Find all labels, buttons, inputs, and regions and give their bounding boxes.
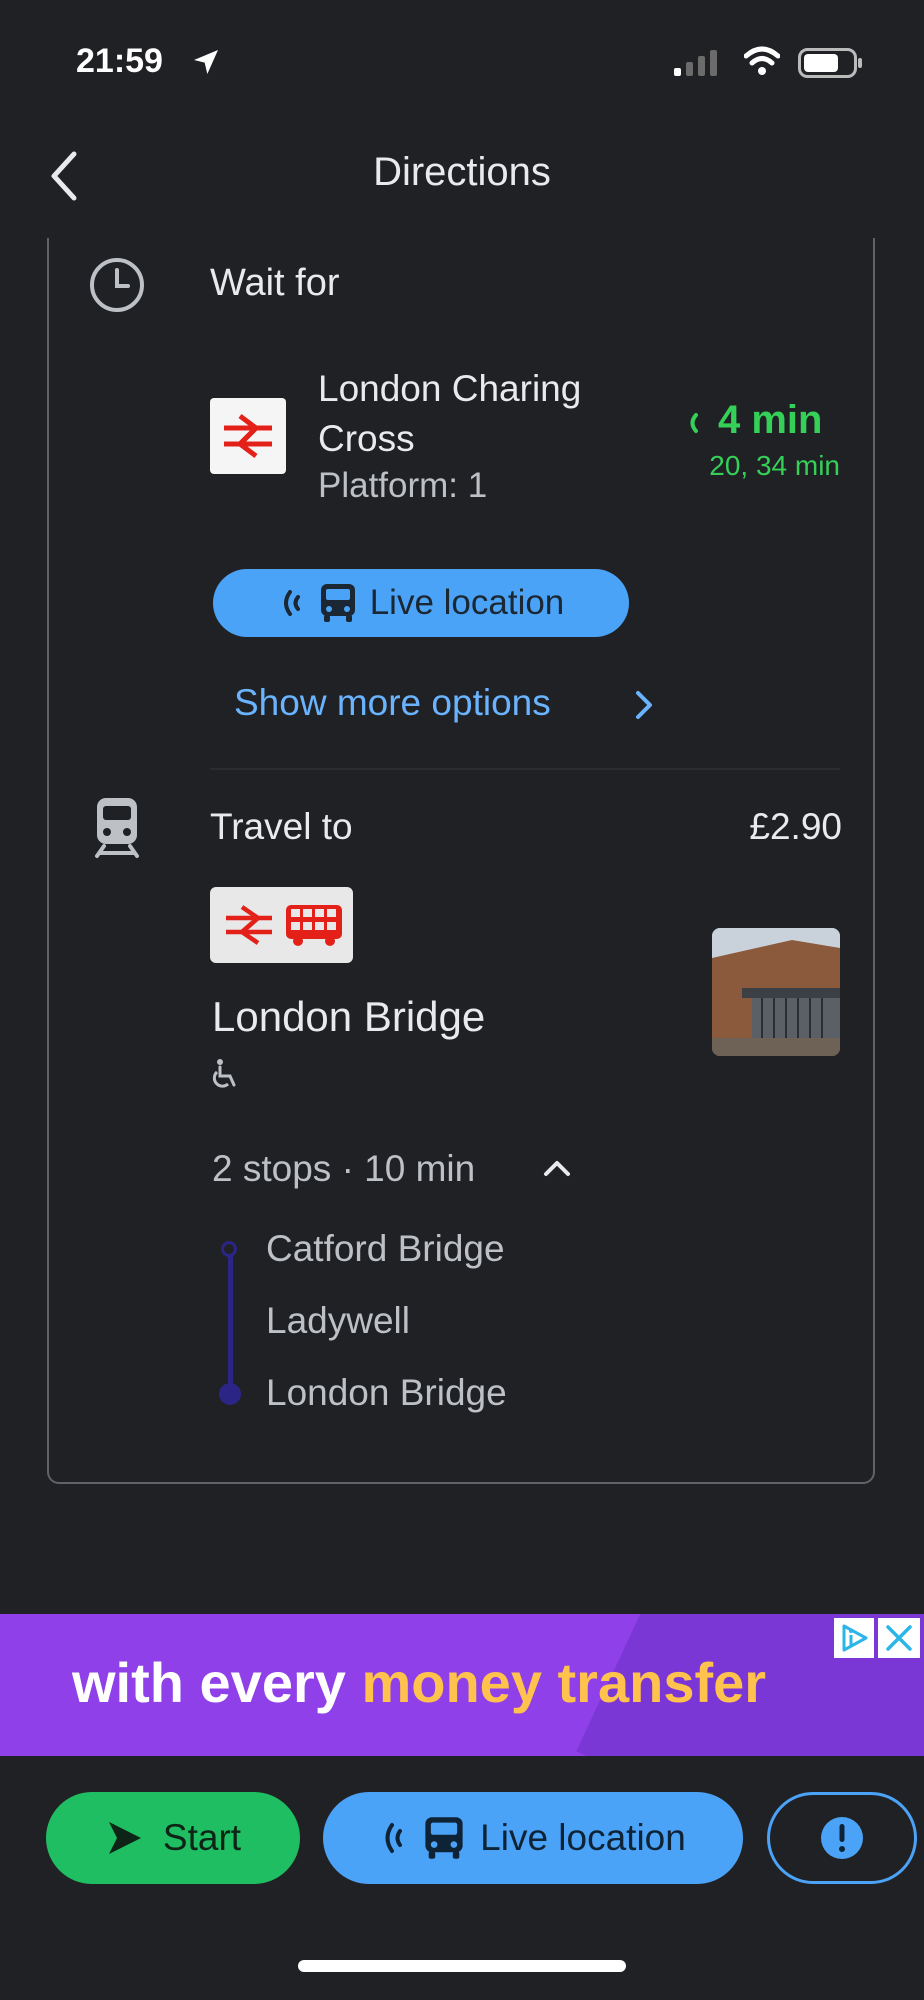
chevron-up-icon[interactable] bbox=[542, 1156, 572, 1180]
chevron-right-icon[interactable] bbox=[632, 688, 656, 722]
route-start-dot bbox=[221, 1241, 237, 1257]
show-more-options-link[interactable]: Show more options bbox=[234, 682, 551, 724]
report-issue-button[interactable] bbox=[767, 1792, 917, 1884]
platform-label: Platform: 1 bbox=[318, 466, 488, 505]
national-rail-badge bbox=[210, 398, 286, 474]
signal-icon bbox=[674, 50, 717, 76]
status-time-display: 21:59 bbox=[76, 42, 163, 80]
live-location-bottom-button[interactable]: Live location bbox=[323, 1792, 743, 1884]
national-rail-icon bbox=[226, 905, 272, 945]
battery-icon bbox=[798, 48, 862, 78]
departure-station: London Charing Cross bbox=[318, 368, 582, 459]
exclamation-icon bbox=[821, 1817, 863, 1859]
ad-text-start: with every bbox=[72, 1651, 362, 1714]
route-line bbox=[228, 1246, 233, 1392]
page-title: Directions bbox=[373, 150, 551, 194]
bus-icon bbox=[425, 1817, 463, 1859]
ad-choices-button[interactable] bbox=[834, 1618, 874, 1658]
home-indicator[interactable] bbox=[298, 1960, 626, 1972]
later-departures: 20, 34 min bbox=[709, 450, 840, 481]
stop-item: London Bridge bbox=[266, 1372, 507, 1413]
route-end-dot bbox=[219, 1383, 241, 1405]
transport-mode-badge bbox=[210, 887, 353, 963]
stop-item: Catford Bridge bbox=[266, 1228, 505, 1269]
wheelchair-icon bbox=[212, 1059, 236, 1088]
fare-price: £2.90 bbox=[749, 806, 842, 847]
live-location-bottom-label: Live location bbox=[480, 1817, 686, 1858]
live-location-button[interactable]: Live location bbox=[213, 569, 629, 637]
stops-summary[interactable]: 2 stops · 10 min bbox=[212, 1148, 475, 1190]
bus-icon bbox=[320, 584, 355, 622]
step-divider bbox=[210, 768, 840, 770]
ad-text-highlight: money transfer bbox=[361, 1651, 767, 1714]
start-label: Start bbox=[162, 1817, 242, 1858]
wifi-icon bbox=[744, 46, 780, 75]
live-signal-icon bbox=[283, 590, 300, 616]
clock-icon bbox=[90, 258, 144, 312]
double-decker-bus-icon bbox=[286, 905, 342, 946]
route-mid-tick bbox=[228, 1320, 232, 1328]
wait-label: Wait for bbox=[210, 262, 340, 304]
start-button[interactable]: Start bbox=[46, 1792, 300, 1884]
header-bar bbox=[0, 0, 924, 238]
ad-choices-icon bbox=[842, 1624, 868, 1652]
ad-close-button[interactable] bbox=[878, 1618, 920, 1658]
live-location-label: Live location bbox=[369, 583, 565, 622]
travel-label: Travel to bbox=[210, 806, 353, 847]
train-icon bbox=[95, 798, 139, 858]
live-signal-icon bbox=[690, 413, 698, 433]
play-arrow-icon bbox=[108, 1822, 141, 1854]
ad-text[interactable]: with every money transfer bbox=[72, 1650, 766, 1715]
station-photo[interactable] bbox=[712, 928, 840, 1056]
station-photo-image bbox=[712, 928, 840, 1056]
close-icon bbox=[886, 1625, 912, 1651]
national-rail-icon bbox=[224, 414, 272, 458]
destination-station: London Bridge bbox=[212, 993, 486, 1040]
stop-item: Ladywell bbox=[266, 1300, 410, 1341]
next-departure-time: 4 min bbox=[718, 398, 823, 442]
live-signal-icon bbox=[385, 1823, 403, 1853]
location-arrow-icon bbox=[194, 50, 218, 74]
